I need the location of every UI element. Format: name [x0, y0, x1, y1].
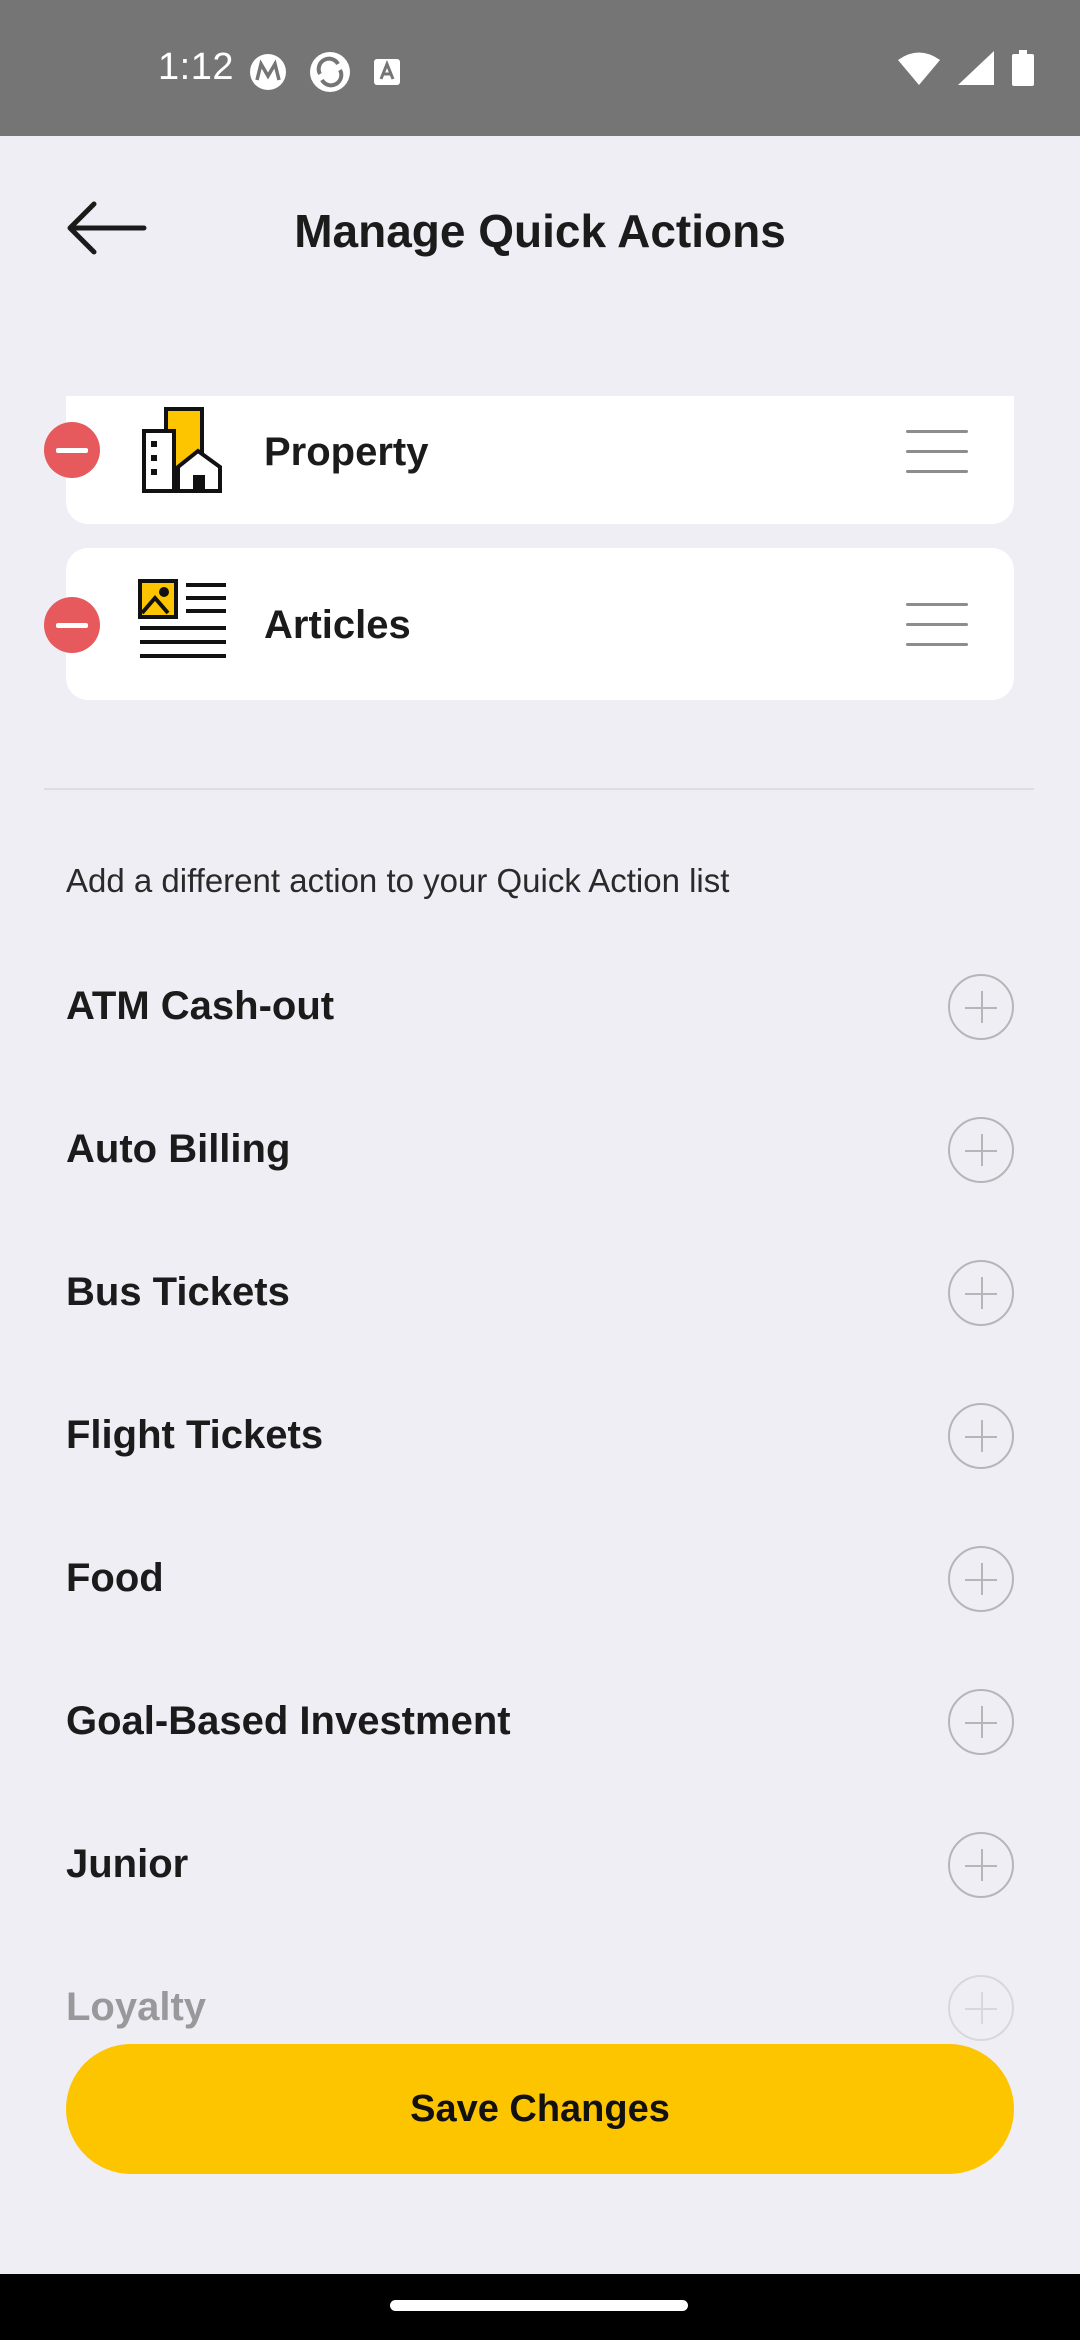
a-badge-icon [374, 59, 400, 85]
action-row-auto-billing[interactable]: Auto Billing [66, 1117, 1014, 1187]
divider [44, 788, 1034, 790]
motorola-m-icon [250, 54, 286, 90]
add-icon[interactable] [948, 1975, 1014, 2041]
quick-action-card-articles: Articles [66, 548, 1014, 700]
action-label: Goal-Based Investment [66, 1699, 511, 1743]
action-label: Junior [66, 1842, 189, 1886]
action-label: Flight Tickets [66, 1413, 324, 1457]
action-label: Food [66, 1556, 164, 1600]
action-label: ATM Cash-out [66, 984, 335, 1028]
page-title: Manage Quick Actions [294, 205, 786, 257]
home-indicator[interactable] [390, 2300, 688, 2311]
wifi-icon [898, 52, 940, 85]
add-icon[interactable] [948, 1117, 1014, 1183]
action-row-atm-cash-out[interactable]: ATM Cash-out [66, 974, 1014, 1044]
quick-action-card-property: Property [66, 396, 1014, 524]
save-changes-button[interactable]: Save Changes [66, 2044, 1014, 2174]
add-icon[interactable] [948, 1403, 1014, 1469]
drag-handle-icon[interactable] [906, 430, 968, 474]
add-icon[interactable] [948, 1832, 1014, 1898]
drag-handle-icon[interactable] [906, 603, 968, 647]
action-row-flight-tickets[interactable]: Flight Tickets [66, 1403, 1014, 1473]
status-icons-left [248, 50, 402, 94]
navigation-bar [0, 2274, 1080, 2340]
articles-icon [138, 579, 226, 658]
action-row-food[interactable]: Food [66, 1546, 1014, 1616]
add-icon[interactable] [948, 1689, 1014, 1755]
add-icon[interactable] [948, 974, 1014, 1040]
action-label: Loyalty [66, 1985, 207, 2029]
action-label: Bus Tickets [66, 1270, 290, 1314]
remove-property-button[interactable] [44, 422, 100, 478]
header: Manage Quick Actions [0, 136, 1080, 326]
action-label: Auto Billing [66, 1127, 291, 1171]
add-icon[interactable] [948, 1546, 1014, 1612]
action-row-loyalty[interactable]: Loyalty [66, 1975, 1014, 2045]
sync-icon [310, 52, 350, 92]
section-hint: Add a different action to your Quick Act… [66, 862, 730, 899]
add-icon[interactable] [948, 1260, 1014, 1326]
status-icons-right [898, 50, 1034, 86]
signal-icon [958, 51, 994, 85]
status-time: 1:12 [158, 46, 234, 88]
action-row-bus-tickets[interactable]: Bus Tickets [66, 1260, 1014, 1330]
action-row-goal-based-investment[interactable]: Goal-Based Investment [66, 1689, 1014, 1759]
quick-action-label: Property [264, 430, 429, 474]
status-bar: 1:12 [0, 0, 1080, 136]
battery-icon [1012, 50, 1034, 86]
quick-action-label: Articles [264, 603, 411, 647]
property-icon [142, 407, 222, 493]
remove-articles-button[interactable] [44, 597, 100, 653]
action-row-junior[interactable]: Junior [66, 1832, 1014, 1902]
